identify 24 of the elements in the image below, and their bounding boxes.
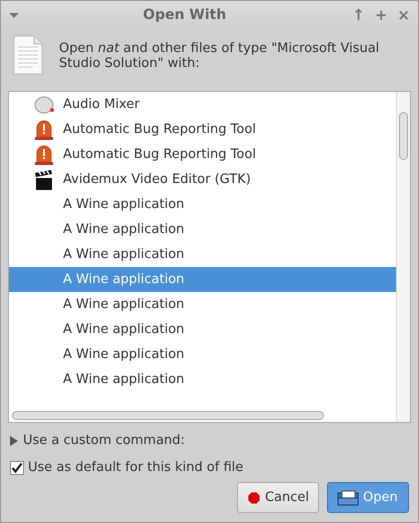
app-list-item[interactable]: Audio Mixer	[9, 92, 396, 117]
custom-command-expander[interactable]: Use a custom command:	[10, 433, 185, 448]
document-icon	[13, 35, 43, 75]
folder-icon	[337, 490, 359, 506]
app-list-item[interactable]: A Wine application	[9, 242, 396, 267]
checkmark-icon	[11, 462, 23, 474]
app-list-item[interactable]: Automatic Bug Reporting Tool	[9, 142, 396, 167]
window-menu-icon[interactable]	[9, 12, 19, 18]
alarm-light-icon	[34, 144, 54, 166]
app-list-item[interactable]: Avidemux Video Editor (GTK)	[9, 167, 396, 192]
app-list-item[interactable]: A Wine application	[9, 367, 396, 392]
app-list-item[interactable]: A Wine application	[9, 217, 396, 242]
app-list-item[interactable]: A Wine application	[9, 192, 396, 217]
default-checkbox[interactable]: Use as default for this kind of file	[10, 460, 244, 475]
app-list-item[interactable]: A Wine application	[9, 292, 396, 317]
app-list-item[interactable]: A Wine application	[9, 342, 396, 367]
alarm-light-icon	[34, 118, 54, 140]
cancel-button[interactable]: Cancel	[237, 482, 319, 513]
app-list-item[interactable]: Automatic Bug Reporting Tool	[9, 117, 396, 142]
vertical-scrollbar[interactable]	[396, 92, 410, 422]
clapperboard-icon	[34, 168, 54, 190]
app-list-item[interactable]: A Wine application	[9, 317, 396, 342]
window-title: Open With	[142, 7, 228, 23]
dialog-message: Open nat and other files of type "Microsoft Visual Studio Solution" with:	[59, 41, 380, 71]
